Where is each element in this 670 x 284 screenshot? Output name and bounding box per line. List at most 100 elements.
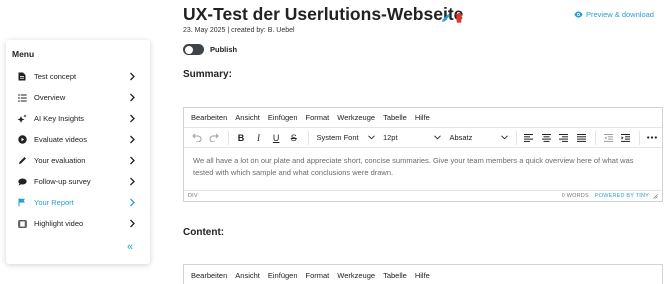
redo-icon[interactable] xyxy=(207,131,223,145)
font-family-value: System Font xyxy=(316,133,359,142)
menu-ansicht[interactable]: Ansicht xyxy=(235,271,260,280)
chevron-right-icon xyxy=(130,198,135,207)
play-icon xyxy=(17,135,27,145)
menu-tabelle[interactable]: Tabelle xyxy=(383,113,407,122)
menu-ansicht[interactable]: Ansicht xyxy=(235,113,260,122)
statusbar-right: 0 WORDS POWERED BY TINY xyxy=(562,193,658,199)
font-size-value: 12pt xyxy=(382,133,398,142)
menu-list: Test concept Overview AI Key Insights Ev… xyxy=(6,66,150,234)
summary-heading: Summary: xyxy=(183,69,232,80)
sidebar-item-highlight-video[interactable]: Highlight video xyxy=(6,213,150,234)
delete-icon[interactable] xyxy=(455,10,463,28)
collapse-menu-button[interactable]: « xyxy=(127,242,133,253)
toolbar-divider xyxy=(639,130,641,145)
list-icon xyxy=(17,93,27,103)
menu-format[interactable]: Format xyxy=(306,113,330,122)
sidebar-item-label: Overview xyxy=(34,93,66,102)
sidebar-menu: Menu Test concept Overview AI Key Insigh… xyxy=(6,40,150,264)
editor-statusbar: DIV 0 WORDS POWERED BY TINY xyxy=(184,190,662,201)
eye-icon xyxy=(574,11,583,18)
editor-menubar: Bearbeiten Ansicht Einfügen Format Werkz… xyxy=(184,265,662,284)
sidebar-item-label: Your Report xyxy=(34,198,74,207)
menu-bearbeiten[interactable]: Bearbeiten xyxy=(191,113,227,122)
underline-icon[interactable]: U xyxy=(268,131,284,145)
menu-title: Menu xyxy=(12,49,35,59)
content-editor: Bearbeiten Ansicht Einfügen Format Werkz… xyxy=(183,264,663,284)
menu-tabelle[interactable]: Tabelle xyxy=(383,271,407,280)
flag-icon xyxy=(17,198,27,208)
sidebar-item-label: Follow-up survey xyxy=(34,177,91,186)
edit-title-icon[interactable] xyxy=(441,10,451,28)
word-count[interactable]: 0 WORDS xyxy=(562,193,589,199)
chevron-right-icon xyxy=(130,135,135,144)
menu-hilfe[interactable]: Hilfe xyxy=(415,113,430,122)
font-family-select[interactable]: System Font xyxy=(313,131,379,145)
menu-einfuegen[interactable]: Einfügen xyxy=(268,113,298,122)
toggle-knob xyxy=(184,45,193,54)
menu-hilfe[interactable]: Hilfe xyxy=(415,271,430,280)
summary-editor: Bearbeiten Ansicht Einfügen Format Werkz… xyxy=(183,107,663,202)
sidebar-item-label: Your evaluation xyxy=(34,156,86,165)
chat-icon xyxy=(17,177,27,187)
chevron-right-icon xyxy=(130,219,135,228)
sidebar-item-evaluate-videos[interactable]: Evaluate videos xyxy=(6,129,150,150)
align-left-icon[interactable] xyxy=(521,131,537,145)
chevron-down-icon xyxy=(501,135,508,140)
preview-download-link[interactable]: Preview & download xyxy=(574,10,654,19)
undo-icon[interactable] xyxy=(189,131,205,145)
bold-icon[interactable]: B xyxy=(233,131,249,145)
sidebar-item-label: Evaluate videos xyxy=(34,135,87,144)
sidebar-item-overview[interactable]: Overview xyxy=(6,87,150,108)
align-justify-icon[interactable] xyxy=(574,131,590,145)
summary-text-area[interactable]: We all have a lot on our plate and appre… xyxy=(184,148,662,190)
pencil-icon xyxy=(17,156,27,166)
toolbar-divider xyxy=(307,130,309,145)
editor-menubar: Bearbeiten Ansicht Einfügen Format Werkz… xyxy=(184,108,662,128)
powered-by-tiny-link[interactable]: POWERED BY TINY xyxy=(595,193,649,199)
sidebar-item-ai-key-insights[interactable]: AI Key Insights xyxy=(6,108,150,129)
menu-format[interactable]: Format xyxy=(306,271,330,280)
strikethrough-icon[interactable]: S xyxy=(286,131,302,145)
menu-werkzeuge[interactable]: Werkzeuge xyxy=(337,113,375,122)
italic-icon[interactable]: I xyxy=(251,131,267,145)
chevron-right-icon xyxy=(130,72,135,81)
indent-icon[interactable] xyxy=(618,131,634,145)
sidebar-item-label: AI Key Insights xyxy=(34,114,85,123)
font-size-select[interactable]: 12pt xyxy=(379,131,445,145)
preview-download-label: Preview & download xyxy=(586,10,654,19)
film-icon xyxy=(17,219,27,229)
align-right-icon[interactable] xyxy=(556,131,572,145)
sidebar-item-test-concept[interactable]: Test concept xyxy=(6,66,150,87)
chevron-right-icon xyxy=(130,156,135,165)
outdent-icon[interactable] xyxy=(600,131,616,145)
content-heading: Content: xyxy=(183,227,225,238)
created-info: 23. May 2025 | created by: B. Uebel xyxy=(183,27,295,34)
chevron-right-icon xyxy=(130,93,135,102)
more-options-icon[interactable] xyxy=(644,131,660,145)
sidebar-item-label: Highlight video xyxy=(34,219,84,228)
element-path[interactable]: DIV xyxy=(188,193,198,199)
chevron-down-icon xyxy=(368,135,375,140)
menu-bearbeiten[interactable]: Bearbeiten xyxy=(191,271,227,280)
sparkle-icon xyxy=(17,114,27,124)
menu-werkzeuge[interactable]: Werkzeuge xyxy=(337,271,375,280)
chevron-down-icon xyxy=(434,135,442,140)
toolbar-divider xyxy=(228,130,230,145)
block-format-select[interactable]: Absatz xyxy=(445,131,511,145)
toolbar-divider xyxy=(595,130,597,145)
page-title: UX-Test der Userlutions-Webseite xyxy=(183,4,464,24)
sidebar-item-label: Test concept xyxy=(34,72,77,81)
publish-toggle[interactable] xyxy=(183,44,204,55)
sidebar-item-follow-up-survey[interactable]: Follow-up survey xyxy=(6,171,150,192)
editor-toolbar: B I U S System Font 12pt Absatz xyxy=(184,128,662,148)
align-center-icon[interactable] xyxy=(538,131,554,145)
block-format-value: Absatz xyxy=(449,133,473,142)
menu-einfuegen[interactable]: Einfügen xyxy=(268,271,298,280)
resize-handle-icon[interactable] xyxy=(653,193,658,199)
sidebar-item-your-evaluation[interactable]: Your evaluation xyxy=(6,150,150,171)
chevron-right-icon xyxy=(130,114,135,123)
publish-label: Publish xyxy=(210,45,238,54)
document-icon xyxy=(17,72,27,82)
sidebar-item-your-report[interactable]: Your Report xyxy=(6,192,150,213)
chevron-right-icon xyxy=(130,177,135,186)
